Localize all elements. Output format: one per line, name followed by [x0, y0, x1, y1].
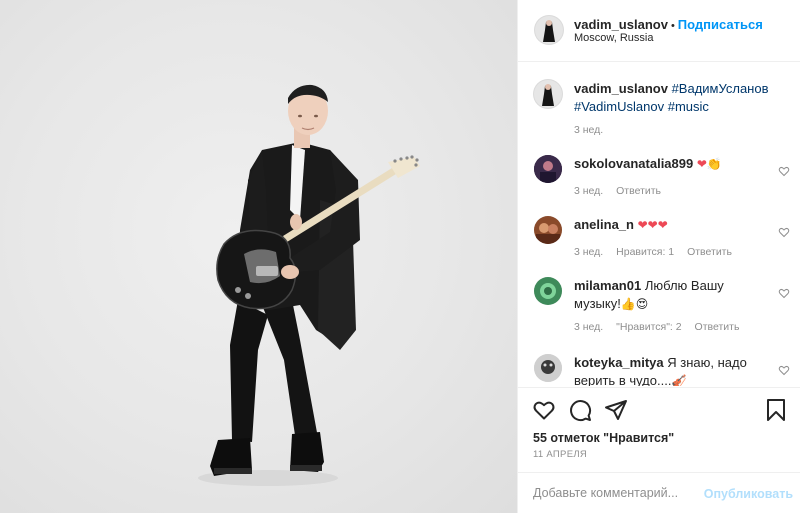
caption: vadim_uslanov #ВадимУсланов #VadimUslano… [534, 80, 796, 140]
time-ago[interactable]: 3 нед. [574, 185, 603, 197]
comment-username[interactable]: sokolovanatalia899 [574, 156, 693, 171]
comment-likes-count[interactable]: "Нравится": 2 [616, 321, 681, 333]
comment-username[interactable]: anelina_n [574, 217, 634, 232]
commenter-avatar[interactable] [534, 354, 562, 382]
author-username[interactable]: vadim_uslanov [574, 17, 668, 32]
comment-text: anelina_n ❤❤❤ [574, 216, 772, 234]
comment-item: koteyka_mitya Я знаю, надо верить в чудо… [534, 354, 796, 386]
comment-like-heart-icon[interactable] [778, 364, 790, 376]
commenter-avatar[interactable] [534, 155, 562, 183]
heart-icon[interactable] [532, 398, 556, 422]
comment-meta: 3 нед. Нравится: 1 Ответить [574, 246, 742, 258]
post-location[interactable]: Moscow, Russia [574, 32, 653, 44]
caption-username[interactable]: vadim_uslanov [574, 81, 668, 96]
follow-button[interactable]: Подписаться [678, 17, 763, 32]
separator-dot: • [670, 20, 675, 32]
comment-text: koteyka_mitya Я знаю, надо верить в чудо… [574, 354, 772, 386]
reply-button[interactable]: Ответить [616, 185, 661, 197]
post-header: vadim_uslanov • Подписаться Moscow, Russia [518, 0, 800, 62]
comment-item: sokolovanatalia899 ❤👏 3 нед. Ответить [534, 155, 796, 199]
time-ago[interactable]: 3 нед. [574, 321, 603, 333]
comment-like-heart-icon[interactable] [778, 287, 790, 299]
comment-input[interactable] [533, 486, 708, 500]
author-avatar[interactable] [535, 16, 563, 44]
post-photo[interactable] [0, 0, 517, 513]
instagram-post-modal: vadim_uslanov • Подписаться Moscow, Russia… [0, 0, 800, 513]
header-line: vadim_uslanov • Подписаться [574, 17, 763, 32]
comment-username[interactable]: milaman01 [574, 278, 641, 293]
caption-time: 3 нед. [574, 124, 613, 136]
likes-count[interactable]: 55 отметок "Нравится" [533, 431, 674, 445]
time-ago[interactable]: 3 нед. [574, 124, 603, 136]
time-ago[interactable]: 3 нед. [574, 246, 603, 258]
hashtag[interactable]: #music [668, 99, 709, 114]
comment-likes-count[interactable]: Нравится: 1 [616, 246, 674, 258]
comments-list[interactable]: vadim_uslanov #ВадимУсланов #VadimUslano… [518, 63, 800, 386]
comment-item: milaman01 Люблю Вашу музыку!👍😍 3 нед. "Н… [534, 277, 796, 337]
post-date[interactable]: 11 АПРЕЛЯ [533, 449, 587, 460]
hashtag[interactable]: #ВадимУсланов [672, 81, 769, 96]
comment-text: milaman01 Люблю Вашу музыку!👍😍 [574, 277, 772, 313]
post-side-panel: vadim_uslanov • Подписаться Moscow, Russia… [517, 0, 800, 513]
add-comment-bar: Опубликовать [518, 472, 800, 513]
caption-text: vadim_uslanov #ВадимУсланов #VadimUslano… [574, 80, 772, 116]
comment-like-heart-icon[interactable] [778, 226, 790, 238]
comment-like-heart-icon[interactable] [778, 165, 790, 177]
reply-button[interactable]: Ответить [695, 321, 740, 333]
comment-emoji: ❤❤❤ [637, 218, 668, 232]
caption-avatar[interactable] [534, 80, 562, 108]
commenter-avatar[interactable] [534, 216, 562, 244]
reply-button[interactable]: Ответить [687, 246, 732, 258]
bookmark-icon[interactable] [764, 398, 788, 422]
commenter-avatar[interactable] [534, 277, 562, 305]
hashtag[interactable]: #VadimUslanov [574, 99, 664, 114]
share-icon[interactable] [604, 398, 628, 422]
comment-meta: 3 нед. "Нравится": 2 Ответить [574, 321, 749, 333]
comment-username[interactable]: koteyka_mitya [574, 355, 664, 370]
musician-with-guitar-image [198, 84, 420, 486]
publish-button[interactable]: Опубликовать [704, 487, 793, 501]
comment-text: sokolovanatalia899 ❤👏 [574, 155, 772, 173]
comment-emoji: ❤👏 [696, 157, 722, 171]
comment-item: anelina_n ❤❤❤ 3 нед. Нравится: 1 Ответит… [534, 216, 796, 260]
comment-icon[interactable] [568, 398, 592, 422]
post-actions: 55 отметок "Нравится" 11 АПРЕЛЯ Опублико… [518, 387, 800, 513]
comment-meta: 3 нед. Ответить [574, 185, 671, 197]
comment-emoji: 👍😍 [620, 297, 649, 311]
comment-emoji: 🎻 [671, 374, 687, 386]
